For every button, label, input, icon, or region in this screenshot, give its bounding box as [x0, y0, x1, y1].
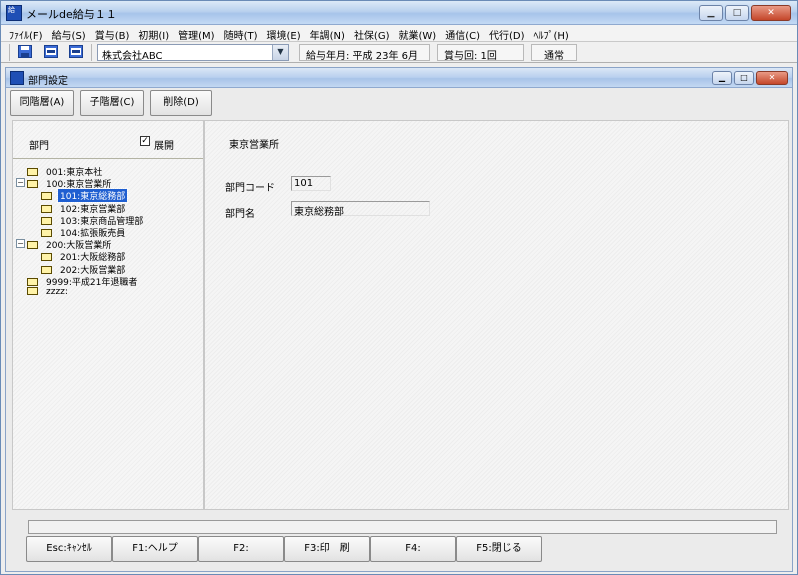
f1-help-button[interactable]: F1:ヘルプ: [112, 536, 198, 562]
f5-close-button[interactable]: F5:閉じる: [456, 536, 542, 562]
folder-icon: [27, 168, 38, 176]
folder-icon: [27, 180, 38, 189]
menu-bar: ﾌｧｲﾙ(F) 給与(S) 賞与(B) 初期(I) 管理(M) 随時(T) 環境…: [1, 25, 797, 42]
menu-communication[interactable]: 通信(C): [441, 25, 485, 42]
menu-year-end[interactable]: 年調(N): [306, 25, 350, 42]
maximize-button[interactable]: □: [725, 5, 749, 21]
title-bar[interactable]: 給 メールde給与１１ ▁ □ ✕: [1, 1, 797, 25]
menu-work[interactable]: 就業(W): [395, 25, 442, 42]
folder-icon: [27, 287, 38, 295]
tree-node[interactable]: 9999:平成21年退職者: [27, 275, 139, 288]
minimize-button[interactable]: ▁: [699, 5, 723, 21]
menu-insurance[interactable]: 社保(G): [350, 25, 395, 42]
department-tree[interactable]: 001:東京本社 − 100:東京営業所 101:東京総務部 102:東京営業部 103:…: [13, 158, 203, 510]
detail-header: 東京営業所: [229, 140, 279, 151]
menu-anytime[interactable]: 随時(T): [220, 25, 263, 42]
tree-node-label: 202:大阪営業部: [60, 265, 126, 276]
folder-icon: [41, 229, 52, 237]
menu-agency[interactable]: 代行(D): [485, 25, 530, 42]
child-level-button[interactable]: 子階層(C): [80, 90, 144, 116]
folder-icon: [41, 253, 52, 262]
tree-node-label: 103:東京商品管理部: [60, 216, 144, 227]
folder-icon: [41, 265, 52, 274]
department-code-input[interactable]: 101: [291, 176, 331, 191]
menu-manage[interactable]: 管理(M): [174, 25, 219, 42]
folder-icon: [27, 277, 38, 286]
expand-checkbox[interactable]: ✓: [140, 136, 150, 146]
child-minimize-button[interactable]: ▁: [712, 71, 732, 85]
close-button[interactable]: ✕: [751, 5, 791, 21]
tree-node-label: 201:大阪総務部: [60, 253, 126, 264]
tree-node[interactable]: 200:大阪営業所: [27, 238, 113, 252]
next-icon[interactable]: [69, 45, 83, 58]
department-detail-pane: 東京営業所 部門コード 101 部門名 東京総務部: [204, 120, 789, 510]
toolbar-grip: [9, 44, 10, 61]
expand-label: 展開: [154, 141, 174, 152]
esc-cancel-button[interactable]: Esc:ｷｬﾝｾﾙ: [26, 536, 112, 562]
folder-icon: [27, 241, 38, 250]
bonus-count-field: 賞与回: 1回: [437, 44, 524, 62]
tree-expander-icon[interactable]: −: [16, 178, 25, 188]
child-close-button[interactable]: ✕: [756, 71, 788, 85]
f4-button[interactable]: F4:: [370, 536, 456, 562]
tree-expander-icon[interactable]: −: [16, 239, 25, 249]
tree-node[interactable]: 102:東京営業部: [41, 202, 127, 215]
same-level-button[interactable]: 同階層(A): [10, 90, 74, 116]
department-name-label: 部門名: [225, 209, 255, 220]
prev-icon[interactable]: [44, 45, 58, 58]
tree-header: 部門: [29, 141, 49, 152]
department-tree-pane: 部門 ✓ 展開 001:東京本社 − 100:東京営業所 101:東京総務部 102:東…: [12, 120, 204, 510]
department-settings-window: 部門設定 ▁ □ ✕ 同階層(A) 子階層(C) 削除(D) 部門 ✓ 展開 0…: [5, 67, 793, 572]
folder-icon: [41, 192, 52, 201]
department-code-label: 部門コード: [225, 183, 275, 194]
menu-initial[interactable]: 初期(I): [134, 25, 174, 42]
folder-icon: [41, 216, 52, 225]
company-select-value: 株式会社ABC: [102, 51, 163, 62]
toolbar: 株式会社ABC ▼ 給与年月: 平成 23年 6月 賞与回: 1回 通常: [1, 41, 797, 63]
delete-button[interactable]: 削除(D): [150, 90, 212, 116]
tree-node-label: 9999:平成21年退職者: [46, 277, 138, 288]
mode-field: 通常: [531, 44, 577, 62]
app-icon: 給: [6, 5, 22, 21]
company-select[interactable]: 株式会社ABC ▼: [97, 44, 289, 62]
tree-node-label: 102:東京営業部: [60, 204, 126, 215]
f2-button[interactable]: F2:: [198, 536, 284, 562]
save-icon[interactable]: [18, 45, 32, 58]
chevron-down-icon[interactable]: ▼: [272, 45, 288, 60]
tree-node-label: 200:大阪営業所: [46, 241, 112, 252]
child-restore-button[interactable]: □: [734, 71, 754, 85]
tree-node[interactable]: zzzz:: [27, 287, 70, 299]
folder-icon: [41, 204, 52, 213]
tree-node[interactable]: 103:東京商品管理部: [41, 214, 145, 227]
toolbar-separator: [91, 44, 92, 61]
main-window: 給 メールde給与１１ ▁ □ ✕ ﾌｧｲﾙ(F) 給与(S) 賞与(B) 初期…: [0, 0, 798, 575]
window-title: メールde給与１１: [26, 8, 117, 21]
child-title-bar[interactable]: 部門設定 ▁ □ ✕: [6, 68, 792, 88]
menu-file[interactable]: ﾌｧｲﾙ(F): [5, 25, 48, 42]
menu-help[interactable]: ﾍﾙﾌﾟ(H): [530, 25, 574, 42]
tree-node[interactable]: 001:東京本社: [27, 165, 104, 178]
tree-node[interactable]: 202:大阪営業部: [41, 263, 127, 276]
tree-node-label: 001:東京本社: [46, 168, 103, 178]
menu-bonus[interactable]: 賞与(B): [91, 25, 135, 42]
tree-node-label: 100:東京営業所: [46, 180, 112, 191]
department-icon: [10, 71, 24, 85]
menu-salary[interactable]: 給与(S): [48, 25, 91, 42]
tree-node[interactable]: 100:東京営業所: [27, 177, 113, 191]
status-box: [28, 520, 777, 534]
f3-print-button[interactable]: F3:印 刷: [284, 536, 370, 562]
tree-node[interactable]: 104:拡張販売員: [41, 226, 127, 239]
tree-node-label: 104:拡張販売員: [60, 229, 126, 239]
menu-environment[interactable]: 環境(E): [263, 25, 306, 42]
tree-node-label: zzzz:: [46, 287, 68, 297]
child-title: 部門設定: [28, 76, 68, 87]
tree-node[interactable]: 201:大阪総務部: [41, 250, 127, 264]
department-name-input[interactable]: 東京総務部: [291, 201, 430, 218]
tree-node[interactable]: 101:東京総務部: [41, 188, 129, 204]
pay-month-field: 給与年月: 平成 23年 6月: [299, 44, 430, 62]
tree-node-label: 101:東京総務部: [56, 188, 129, 204]
action-button-row: 同階層(A) 子階層(C) 削除(D): [6, 88, 792, 118]
